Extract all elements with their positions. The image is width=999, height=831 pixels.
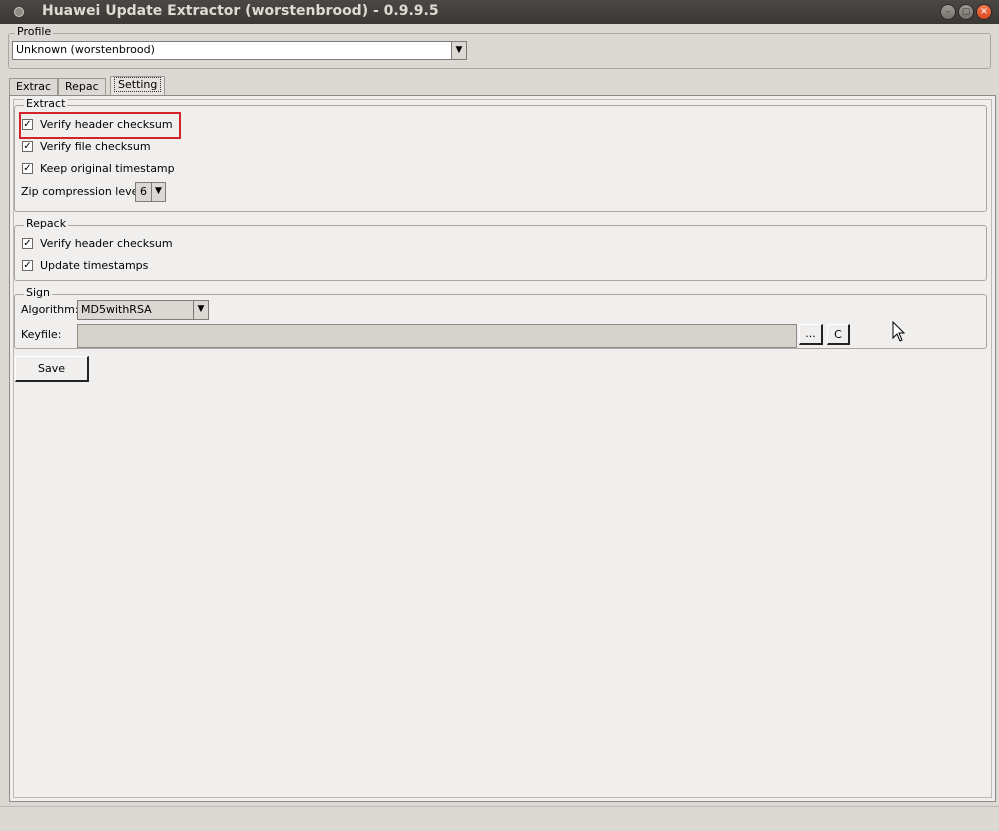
tab-repack-label: Repac [65,80,99,93]
maximize-icon[interactable]: ▢ [958,4,974,20]
checkbox-label: Update timestamps [40,259,149,272]
app-icon [14,7,24,17]
profile-dropdown[interactable]: Unknown (worstenbrood) ▼ [12,41,467,60]
title-bar: Huawei Update Extractor (worstenbrood) -… [0,0,999,24]
checkbox-label: Verify file checksum [40,140,151,153]
tab-extract[interactable]: Extrac [9,78,59,95]
algorithm-value: MD5withRSA [81,303,152,316]
zip-level-label: Zip compression level: [21,185,146,198]
check-icon[interactable]: ✓ [22,163,33,174]
window-title: Huawei Update Extractor (worstenbrood) -… [42,3,439,19]
browse-keyfile-button[interactable]: ... [799,324,823,345]
algorithm-select[interactable]: MD5withRSA ▼ [77,300,209,320]
clear-keyfile-button[interactable]: C [827,324,850,345]
status-bar [0,806,999,831]
tab-setting-label: Setting [114,77,162,92]
zip-level-value: 6 [140,185,147,198]
keyfile-label: Keyfile: [21,328,62,341]
close-icon[interactable]: ✕ [976,4,992,20]
tab-repack[interactable]: Repac [58,78,106,95]
save-button[interactable]: Save [15,356,89,382]
checkbox-label: Verify header checksum [40,237,173,250]
tab-extract-label: Extrac [16,80,52,93]
keyfile-input[interactable] [77,324,797,348]
chevron-down-icon[interactable]: ▼ [151,183,165,201]
extract-legend: Extract [24,97,68,110]
tab-setting[interactable]: Setting [110,76,166,95]
repack-legend: Repack [24,217,69,230]
chevron-down-icon[interactable]: ▼ [451,42,466,59]
check-icon[interactable]: ✓ [22,260,33,271]
zip-level-select[interactable]: 6 ▼ [135,182,166,202]
profile-group: Profile Unknown (worstenbrood) ▼ [8,25,991,69]
mouse-cursor-icon [892,321,906,342]
chevron-down-icon[interactable]: ▼ [193,301,208,319]
check-icon[interactable]: ✓ [22,141,33,152]
profile-selected: Unknown (worstenbrood) [16,43,155,56]
checkbox-label: Keep original timestamp [40,162,175,175]
highlight-box [19,112,181,139]
profile-legend: Profile [15,25,54,38]
check-icon[interactable]: ✓ [22,238,33,249]
sign-legend: Sign [24,286,52,299]
repack-group: Repack [14,217,987,281]
minimize-icon[interactable]: – [940,4,956,20]
algorithm-label: Algorithm: [21,303,79,316]
